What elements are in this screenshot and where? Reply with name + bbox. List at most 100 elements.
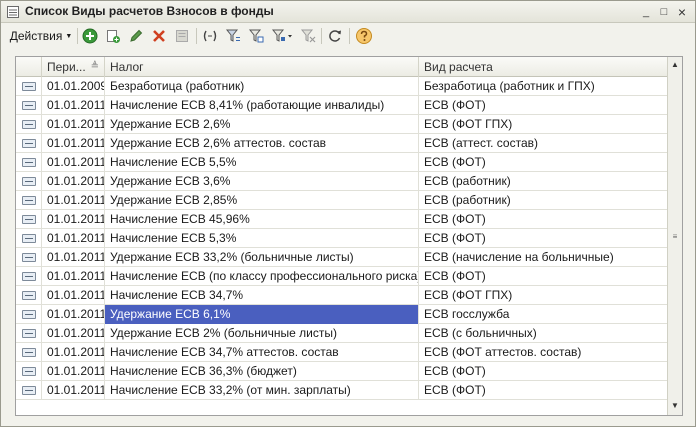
- table-row[interactable]: 01.01.2011 Начисление ЕСВ 5,3% ЕСВ (ФОТ): [16, 229, 668, 248]
- calculation-type-cell[interactable]: ЕСВ (ФОТ): [419, 210, 668, 229]
- tax-cell[interactable]: Начисление ЕСВ 45,96%: [105, 210, 419, 229]
- refresh-button[interactable]: [326, 26, 344, 46]
- table-row[interactable]: 01.01.2011 Удержание ЕСВ 6,1% ЕСВ госслужб…: [16, 305, 668, 324]
- period-cell[interactable]: 01.01.2011: [42, 115, 105, 134]
- table-row[interactable]: 01.01.2011 Начисление ЕСВ 34,7% ЕСВ (ФОТ Г…: [16, 286, 668, 305]
- calculation-type-cell[interactable]: Безработица (работник и ГПХ): [419, 77, 668, 96]
- period-cell[interactable]: 01.01.2011: [42, 286, 105, 305]
- table-row[interactable]: 01.01.2009 Безработица (работник) Безработ…: [16, 77, 668, 96]
- help-button[interactable]: [354, 26, 374, 46]
- close-button[interactable]: ×: [675, 4, 689, 20]
- filter-by-value-button[interactable]: [224, 26, 242, 46]
- period-cell[interactable]: 01.01.2011: [42, 134, 105, 153]
- record-icon: [22, 367, 36, 376]
- tax-cell[interactable]: Начисление ЕСВ 34,7% аттестов. состав: [105, 343, 419, 362]
- calculation-type-cell[interactable]: ЕСВ (работник): [419, 172, 668, 191]
- column-header-icon[interactable]: [16, 57, 42, 77]
- table-row[interactable]: 01.01.2011 Удержание ЕСВ 2% (больничные л…: [16, 324, 668, 343]
- table-row[interactable]: 01.01.2011 Начисление ЕСВ (по классу проф…: [16, 267, 668, 286]
- period-cell[interactable]: 01.01.2011: [42, 324, 105, 343]
- period-cell[interactable]: 01.01.2011: [42, 172, 105, 191]
- actions-menu-button[interactable]: Действия ▼: [7, 26, 75, 46]
- table-row[interactable]: 01.01.2011 Удержание ЕСВ 33,2% (больничны…: [16, 248, 668, 267]
- row-icon-cell: [16, 77, 42, 96]
- filter-button[interactable]: [247, 26, 265, 46]
- period-cell[interactable]: 01.01.2011: [42, 153, 105, 172]
- calculation-type-cell[interactable]: ЕСВ (ФОТ ГПХ): [419, 286, 668, 305]
- table-row[interactable]: 01.01.2011 Удержание ЕСВ 2,85% ЕСВ (работн…: [16, 191, 668, 210]
- period-cell[interactable]: 01.01.2011: [42, 362, 105, 381]
- scroll-down-arrow-icon[interactable]: ▼: [670, 401, 680, 411]
- vertical-scrollbar[interactable]: ▲ ≡ ▼: [667, 57, 682, 415]
- data-table[interactable]: Пери... ≜ Налог Вид расчета 01.01.2009 Бе…: [15, 56, 683, 416]
- calculation-type-cell[interactable]: ЕСВ (ФОТ): [419, 96, 668, 115]
- calculation-type-cell[interactable]: ЕСВ (ФОТ ГПХ): [419, 115, 668, 134]
- tax-cell[interactable]: Удержание ЕСВ 2,85%: [105, 191, 419, 210]
- minimize-button[interactable]: _: [639, 5, 653, 19]
- column-header-tax[interactable]: Налог: [105, 57, 419, 77]
- table-row[interactable]: 01.01.2011 Начисление ЕСВ 36,3% (бюджет) Е…: [16, 362, 668, 381]
- calculation-type-cell[interactable]: ЕСВ (начисление на больничные): [419, 248, 668, 267]
- period-cell[interactable]: 01.01.2011: [42, 343, 105, 362]
- period-cell[interactable]: 01.01.2011: [42, 305, 105, 324]
- table-row[interactable]: 01.01.2011 Начисление ЕСВ 33,2% (от мин. …: [16, 381, 668, 400]
- calculation-type-cell[interactable]: ЕСВ госслужба: [419, 305, 668, 324]
- tax-cell[interactable]: Начисление ЕСВ 8,41% (работающие инвалид…: [105, 96, 419, 115]
- tax-cell[interactable]: Начисление ЕСВ (по классу профессиональн…: [105, 267, 419, 286]
- add-icon: [82, 28, 98, 44]
- calculation-type-cell[interactable]: ЕСВ (с больничных): [419, 324, 668, 343]
- table-row[interactable]: 01.01.2011 Удержание ЕСВ 2,6% ЕСВ (ФОТ ГПХ…: [16, 115, 668, 134]
- tax-cell[interactable]: Безработица (работник): [105, 77, 419, 96]
- table-row[interactable]: 01.01.2011 Удержание ЕСВ 3,6% ЕСВ (работни…: [16, 172, 668, 191]
- table-row[interactable]: 01.01.2011 Начисление ЕСВ 34,7% аттестов.…: [16, 343, 668, 362]
- row-icon-cell: [16, 324, 42, 343]
- refresh-icon: [329, 30, 341, 42]
- maximize-button[interactable]: □: [657, 5, 671, 19]
- scroll-thumb[interactable]: ≡: [670, 233, 680, 241]
- period-cell[interactable]: 01.01.2011: [42, 381, 105, 400]
- tax-cell[interactable]: Удержание ЕСВ 2% (больничные листы): [105, 324, 419, 343]
- set-interval-button[interactable]: [200, 26, 220, 46]
- calculation-type-cell[interactable]: ЕСВ (ФОТ): [419, 229, 668, 248]
- column-header-calculation-type[interactable]: Вид расчета: [419, 57, 668, 77]
- calculation-type-cell[interactable]: ЕСВ (работник): [419, 191, 668, 210]
- record-icon: [22, 139, 36, 148]
- add-button[interactable]: [81, 26, 99, 46]
- row-icon-cell: [16, 153, 42, 172]
- period-cell[interactable]: 01.01.2011: [42, 267, 105, 286]
- calculation-type-cell[interactable]: ЕСВ (ФОТ): [419, 381, 668, 400]
- period-cell[interactable]: 01.01.2011: [42, 248, 105, 267]
- edit-button[interactable]: [127, 26, 145, 46]
- post-button[interactable]: [173, 26, 191, 46]
- table-row[interactable]: 01.01.2011 Удержание ЕСВ 2,6% аттестов. с…: [16, 134, 668, 153]
- table-row[interactable]: 01.01.2011 Начисление ЕСВ 45,96% ЕСВ (ФОТ): [16, 210, 668, 229]
- tax-cell[interactable]: Начисление ЕСВ 5,5%: [105, 153, 419, 172]
- table-row[interactable]: 01.01.2011 Начисление ЕСВ 8,41% (работающ…: [16, 96, 668, 115]
- calculation-type-cell[interactable]: ЕСВ (аттест. состав): [419, 134, 668, 153]
- filter-history-button[interactable]: [270, 26, 296, 46]
- tax-cell[interactable]: Начисление ЕСВ 36,3% (бюджет): [105, 362, 419, 381]
- period-cell[interactable]: 01.01.2011: [42, 96, 105, 115]
- scroll-up-arrow-icon[interactable]: ▲: [670, 60, 680, 70]
- clear-filter-button[interactable]: [299, 26, 317, 46]
- period-cell[interactable]: 01.01.2009: [42, 77, 105, 96]
- tax-cell[interactable]: Удержание ЕСВ 2,6% аттестов. состав: [105, 134, 419, 153]
- calculation-type-cell[interactable]: ЕСВ (ФОТ): [419, 153, 668, 172]
- period-cell[interactable]: 01.01.2011: [42, 229, 105, 248]
- calculation-type-cell[interactable]: ЕСВ (ФОТ): [419, 267, 668, 286]
- tax-cell[interactable]: Начисление ЕСВ 33,2% (от мин. зарплаты): [105, 381, 419, 400]
- delete-button[interactable]: [150, 26, 168, 46]
- tax-cell[interactable]: Удержание ЕСВ 33,2% (больничные листы): [105, 248, 419, 267]
- tax-cell[interactable]: Начисление ЕСВ 34,7%: [105, 286, 419, 305]
- tax-cell[interactable]: Удержание ЕСВ 2,6%: [105, 115, 419, 134]
- tax-cell[interactable]: Удержание ЕСВ 6,1%: [105, 305, 419, 324]
- column-header-period[interactable]: Пери... ≜: [42, 57, 105, 77]
- tax-cell[interactable]: Удержание ЕСВ 3,6%: [105, 172, 419, 191]
- calculation-type-cell[interactable]: ЕСВ (ФОТ): [419, 362, 668, 381]
- period-cell[interactable]: 01.01.2011: [42, 191, 105, 210]
- tax-cell[interactable]: Начисление ЕСВ 5,3%: [105, 229, 419, 248]
- copy-button[interactable]: [104, 26, 122, 46]
- calculation-type-cell[interactable]: ЕСВ (ФОТ аттестов. состав): [419, 343, 668, 362]
- period-cell[interactable]: 01.01.2011: [42, 210, 105, 229]
- table-row[interactable]: 01.01.2011 Начисление ЕСВ 5,5% ЕСВ (ФОТ): [16, 153, 668, 172]
